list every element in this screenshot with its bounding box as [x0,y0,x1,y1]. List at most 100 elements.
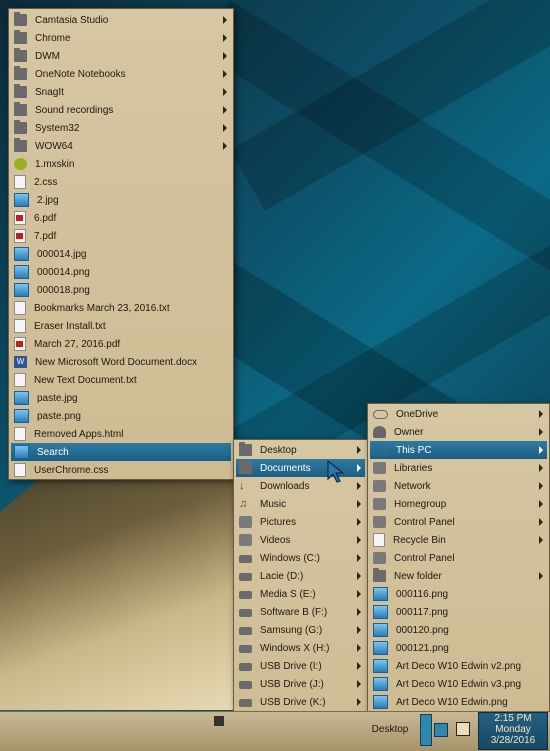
menu1-item[interactable]: System32 [11,119,231,137]
menu1-item[interactable]: SnagIt [11,83,231,101]
menu3-item[interactable]: Owner [370,423,547,441]
submenu-arrow-icon [223,106,227,114]
skin-file-icon [14,158,27,170]
menu-item-label: Search [37,446,69,458]
menu3-item[interactable]: Control Panel [370,513,547,531]
menu3-item[interactable]: Network [370,477,547,495]
menu2-item[interactable]: ↓ Downloads [236,477,365,495]
menu-item-label: Control Panel [394,516,455,528]
menu2-item[interactable]: Media S (E:) [236,585,365,603]
menu1-item[interactable]: W New Microsoft Word Document.docx [11,353,231,371]
menu2-item[interactable]: Lacie (D:) [236,567,365,585]
menu3-item[interactable]: New folder [370,567,547,585]
menu1-item[interactable]: 2.jpg [11,191,231,209]
computer-icon [373,445,388,455]
menu1-item[interactable]: OneNote Notebooks [11,65,231,83]
menu-item-label: USB Drive (I:) [260,660,322,672]
menu1-item[interactable]: 000018.png [11,281,231,299]
cloud-icon [373,409,388,419]
menu3-item[interactable]: Homegroup [370,495,547,513]
menu1-item[interactable]: New Text Document.txt [11,371,231,389]
menu3-item[interactable]: 000117.png [370,603,547,621]
system-clock[interactable]: 2:15 PM Monday 3/28/2016 [478,712,548,750]
menu3-item[interactable]: Control Panel [370,549,547,567]
menu1-item[interactable]: 6.pdf [11,209,231,227]
menu2-item[interactable]: Software B (F:) [236,603,365,621]
menu3-item[interactable]: 000121.png [370,639,547,657]
taskbar-app-icon[interactable] [214,716,224,726]
menu3-item[interactable]: Recycle Bin [370,531,547,549]
submenu-arrow-icon [357,482,361,490]
submenu-arrow-icon [357,608,361,616]
this-pc-menu: Desktop Documents ↓ Downloads ♫ Music Pictures… [233,439,368,749]
monitor-icon[interactable] [434,723,448,737]
menu1-item[interactable]: Bookmarks March 23, 2016.txt [11,299,231,317]
menu1-item[interactable]: paste.png [11,407,231,425]
menu1-item[interactable]: Removed Apps.html [11,425,231,443]
menu-item-label: UserChrome.css [34,464,109,476]
menu1-item[interactable]: DWM [11,47,231,65]
menu2-item[interactable]: USB Drive (K:) [236,693,365,711]
submenu-arrow-icon [539,500,543,508]
menu1-item[interactable]: 1.mxskin [11,155,231,173]
menu1-item[interactable]: UserChrome.css [11,461,231,479]
menu-item-label: Lacie (D:) [260,570,304,582]
toolbar-expand-button[interactable] [420,714,432,746]
menu3-item[interactable]: Art Deco W10 Edwin v3.png [370,675,547,693]
submenu-arrow-icon [223,52,227,60]
menu1-item[interactable]: Chrome [11,29,231,47]
menu2-item[interactable]: USB Drive (J:) [236,675,365,693]
menu2-item[interactable]: Pictures [236,513,365,531]
network-icon [373,480,386,492]
desktop-toolbar-button[interactable]: Desktop [367,714,413,744]
menu3-item[interactable]: Art Deco W10 Edwin.png [370,693,547,711]
menu-item-label: Music [260,498,287,510]
menu2-item[interactable]: Windows (C:) [236,549,365,567]
menu3-item[interactable]: Art Deco W10 Edwin v2.png [370,657,547,675]
menu3-item[interactable]: 000116.png [370,585,547,603]
menu1-item[interactable]: paste.jpg [11,389,231,407]
menu2-item[interactable]: USB Drive (I:) [236,657,365,675]
menu2-item[interactable]: Samsung (G:) [236,621,365,639]
menu1-item[interactable]: Search [11,443,231,461]
menu1-item[interactable]: Sound recordings [11,101,231,119]
menu2-item[interactable]: Documents [236,459,365,477]
menu1-item[interactable]: March 27, 2016.pdf [11,335,231,353]
menu1-item[interactable]: WOW64 [11,137,231,155]
submenu-arrow-icon [357,698,361,706]
menu-item-label: 000014.jpg [37,248,87,260]
menu3-item[interactable]: Libraries [370,459,547,477]
menu3-item[interactable]: This PC [370,441,547,459]
menu-item-label: 000116.png [396,588,449,600]
image-file-icon [373,605,388,619]
menu3-item[interactable]: OneDrive [370,405,547,423]
submenu-arrow-icon [357,662,361,670]
control-panel-icon [373,552,386,564]
image-file-icon [373,623,388,637]
user-icon [373,426,386,438]
menu1-item[interactable]: 2.css [11,173,231,191]
menu-item-label: Sound recordings [35,104,114,116]
menu2-item[interactable]: ♫ Music [236,495,365,513]
menu1-item[interactable]: Eraser Install.txt [11,317,231,335]
menu2-item[interactable]: Windows X (H:) [236,639,365,657]
drive-icon [239,591,252,599]
folder-icon [14,84,27,98]
image-file-icon [373,587,388,601]
action-center-icon[interactable] [456,722,470,736]
menu2-item[interactable]: Desktop [236,441,365,459]
menu1-item[interactable]: Camtasia Studio [11,11,231,29]
menu-item-label: Control Panel [394,552,455,564]
menu1-item[interactable]: 7.pdf [11,227,231,245]
menu1-item[interactable]: 000014.png [11,263,231,281]
submenu-arrow-icon [539,482,543,490]
menu1-item[interactable]: 000014.jpg [11,245,231,263]
menu-item-label: 000121.png [396,642,449,654]
menu3-item[interactable]: 000120.png [370,621,547,639]
folder-icon [14,120,27,134]
drive-icon [239,555,252,563]
folder-icon [14,66,27,80]
submenu-arrow-icon [539,536,543,544]
document-icon [14,175,26,189]
menu2-item[interactable]: Videos [236,531,365,549]
